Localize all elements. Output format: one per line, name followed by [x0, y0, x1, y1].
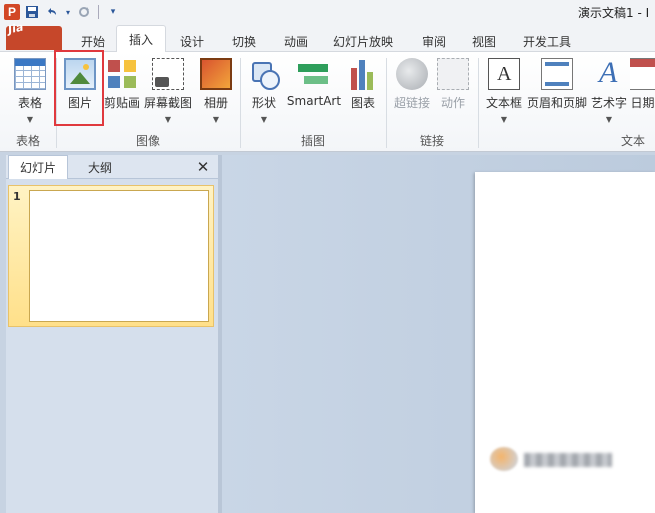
screenshot-icon — [152, 58, 184, 90]
tab-view[interactable]: 视图 — [468, 30, 500, 52]
textbox-label: 文本框 — [485, 96, 522, 110]
group-label-links: 链接 — [419, 134, 444, 148]
clipart-label: 剪贴画 — [103, 96, 140, 110]
clipart-button[interactable]: 剪贴画 — [102, 56, 142, 128]
calendar-icon — [630, 58, 655, 90]
tab-outline[interactable]: 大纲 — [72, 155, 128, 179]
action-button[interactable]: 动作 — [436, 56, 470, 128]
table-icon — [14, 58, 46, 90]
undo-icon[interactable] — [44, 4, 60, 20]
blurred-watermark — [490, 447, 614, 471]
picture-icon — [64, 58, 96, 90]
file-tab[interactable]: Jia — [6, 21, 62, 50]
save-icon[interactable] — [24, 4, 40, 20]
picture-label: 图片 — [67, 96, 92, 110]
powerpoint-app-icon[interactable]: P — [4, 4, 20, 20]
screenshot-label: 屏幕截图 — [144, 96, 193, 110]
tab-design[interactable]: 设计 — [176, 30, 208, 52]
watermark-blur-bar — [524, 453, 612, 467]
hyperlink-label: 超链接 — [393, 96, 430, 110]
customize-qat-icon[interactable]: ▾ — [105, 4, 121, 20]
header-footer-button[interactable]: 页眉和页脚 — [526, 56, 588, 128]
chart-label: 图表 — [350, 96, 375, 110]
ribbon-tabs: Jia 开始 插入 设计 切换 动画 幻灯片放映 审阅 视图 开发工具 — [0, 21, 655, 53]
chart-button[interactable]: 图表 — [346, 56, 380, 128]
watermark-logo-icon — [490, 447, 518, 471]
photo-album-icon — [200, 58, 232, 90]
group-label-illustrations: 插图 — [300, 134, 325, 148]
chevron-down-icon: ▼ — [164, 115, 172, 124]
tab-slides[interactable]: 幻灯片 — [8, 155, 68, 179]
chevron-down-icon: ▼ — [500, 115, 508, 124]
redo-icon[interactable] — [76, 4, 92, 20]
tab-animations[interactable]: 动画 — [280, 30, 312, 52]
tab-slideshow[interactable]: 幻灯片放映 — [332, 30, 394, 52]
shapes-label: 形状 — [251, 96, 276, 110]
smartart-button[interactable]: SmartArt — [286, 56, 342, 128]
tab-home[interactable]: 开始 — [76, 30, 110, 52]
chevron-down-icon: ▼ — [26, 115, 34, 124]
smartart-icon — [298, 58, 330, 90]
group-label-text: 文本 — [620, 134, 645, 148]
chevron-down-icon: ▼ — [212, 115, 220, 124]
tab-developer[interactable]: 开发工具 — [520, 30, 574, 52]
tab-insert[interactable]: 插入 — [116, 25, 166, 53]
watermark-text: Jia — [6, 20, 25, 37]
action-icon — [437, 58, 469, 90]
table-button[interactable]: 表格 ▼ — [10, 56, 50, 128]
screenshot-button[interactable]: 屏幕截图 ▼ — [144, 56, 192, 128]
ribbon-panel: 表格 ▼ 表格 图片 剪贴画 屏幕截图 ▼ 相册 ▼ 图像 形状 ▼ Smart… — [0, 52, 655, 152]
album-label: 相册 — [203, 96, 228, 110]
album-button[interactable]: 相册 ▼ — [198, 56, 234, 128]
header-footer-label: 页眉和页脚 — [526, 96, 587, 110]
hyperlink-button[interactable]: 超链接 — [392, 56, 432, 128]
textbox-icon — [488, 58, 520, 90]
action-label: 动作 — [440, 96, 465, 110]
chevron-down-icon: ▼ — [605, 115, 613, 124]
wordart-label: 艺术字 — [590, 96, 627, 110]
smartart-label: SmartArt — [286, 94, 342, 108]
date-time-button[interactable]: 日期 — [630, 56, 655, 128]
clipart-icon — [106, 58, 138, 90]
group-label-tables: 表格 — [15, 134, 40, 148]
shapes-icon — [248, 58, 280, 90]
qat-separator — [98, 5, 99, 19]
tab-review[interactable]: 审阅 — [418, 30, 450, 52]
slide-thumbnail-item[interactable]: 1 — [8, 185, 214, 327]
chevron-down-icon: ▼ — [260, 115, 268, 124]
slide-thumbnail[interactable] — [29, 190, 209, 322]
picture-button[interactable]: 图片 — [60, 56, 100, 128]
header-footer-icon — [541, 58, 573, 90]
slide-number: 1 — [13, 190, 21, 203]
hyperlink-icon — [396, 58, 428, 90]
shapes-button[interactable]: 形状 ▼ — [246, 56, 282, 128]
table-label: 表格 — [17, 96, 42, 110]
textbox-button[interactable]: 文本框 ▼ — [484, 56, 524, 128]
title-bar: P ▾ ▾ 演示文稿1 - I — [0, 0, 655, 24]
chart-icon — [347, 58, 379, 90]
window-title: 演示文稿1 - I — [578, 6, 650, 20]
close-icon[interactable]: ✕ — [194, 157, 212, 177]
date-label: 日期 — [630, 96, 655, 110]
group-label-images: 图像 — [135, 134, 160, 148]
undo-dropdown-icon[interactable]: ▾ — [64, 4, 72, 20]
panel-tabs: 幻灯片 大纲 ✕ — [6, 155, 218, 179]
slides-panel: 幻灯片 大纲 ✕ 1 — [6, 155, 218, 513]
wordart-button[interactable]: 艺术字 ▼ — [590, 56, 628, 128]
tab-transitions[interactable]: 切换 — [228, 30, 260, 52]
wordart-icon — [593, 56, 625, 90]
